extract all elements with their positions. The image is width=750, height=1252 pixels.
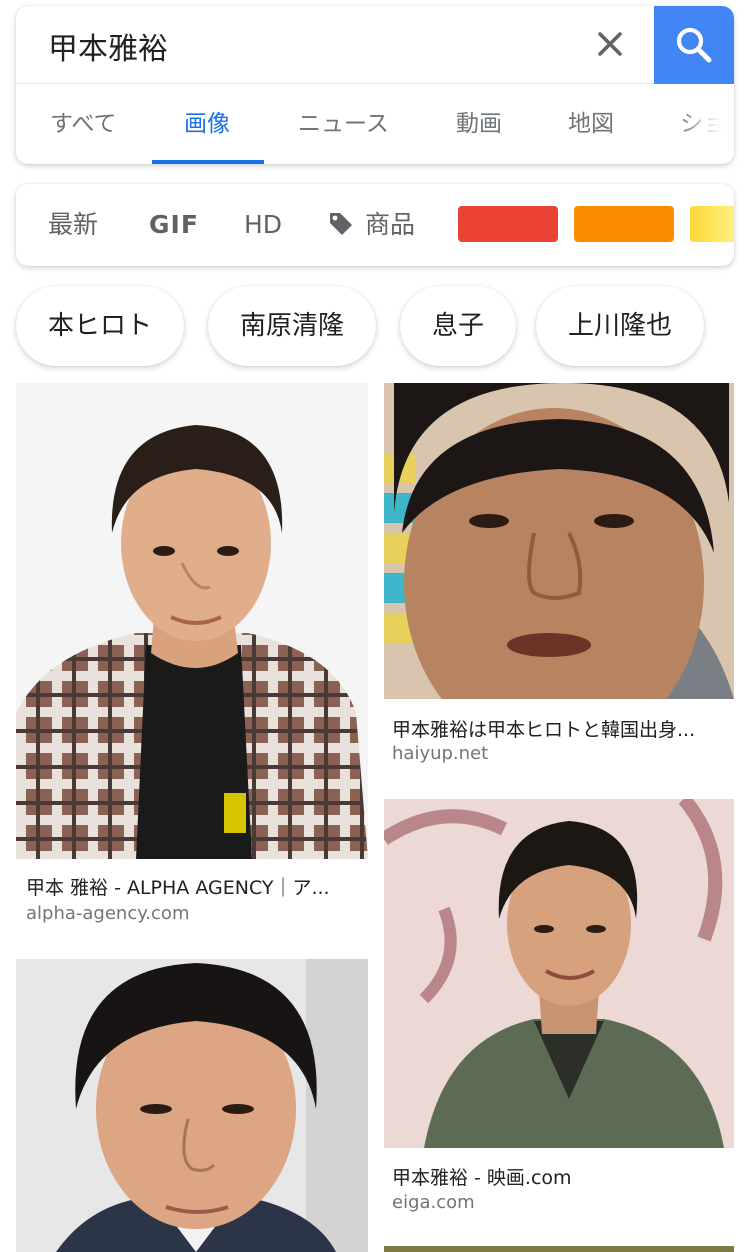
color-swatch-red[interactable] (458, 206, 558, 242)
tab-all[interactable]: すべて (50, 84, 116, 164)
image-result[interactable]: 甲本雅裕は甲本ヒロトと韓国出身... haiyup.net (384, 383, 734, 783)
filter-bar: 最新 GIF HD 商品 (16, 184, 734, 266)
tab-videos[interactable]: 動画 (456, 84, 502, 164)
search-button[interactable] (654, 6, 734, 84)
chip-related-4[interactable]: 上川隆也 (536, 286, 705, 366)
result-domain: eiga.com (392, 1192, 475, 1213)
filter-latest[interactable]: 最新 (48, 184, 98, 266)
result-thumbnail (384, 799, 734, 1148)
image-result[interactable]: 甲本雅裕 - 映画.com eiga.com (384, 799, 734, 1219)
chip-related-1[interactable]: 本ヒロト (16, 286, 185, 366)
search-bar: 甲本雅裕 (16, 6, 734, 84)
active-tab-indicator (152, 160, 264, 164)
result-domain: alpha-agency.com (26, 903, 190, 924)
tab-images[interactable]: 画像 (184, 84, 230, 164)
close-icon (598, 32, 622, 56)
search-card: 甲本雅裕 すべて 画像 ニュース 動画 地図 ショ (16, 6, 734, 164)
search-icon (676, 27, 712, 63)
result-caption: 甲本雅裕は甲本ヒロトと韓国出身... (392, 719, 696, 741)
color-swatch-yellow[interactable] (690, 206, 734, 242)
search-tabs: すべて 画像 ニュース 動画 地図 ショ (16, 84, 734, 164)
chip-related-3[interactable]: 息子 (400, 286, 517, 366)
filter-products[interactable]: 商品 (328, 184, 438, 266)
tabs-fade (674, 84, 734, 164)
result-domain: haiyup.net (392, 743, 489, 764)
person-photo-2 (384, 383, 734, 699)
filter-hd[interactable]: HD (244, 184, 282, 266)
tab-maps[interactable]: 地図 (568, 84, 614, 164)
chip-related-2[interactable]: 南原清隆 (208, 286, 377, 366)
clear-search-button[interactable] (590, 24, 630, 64)
result-caption: 甲本雅裕 - 映画.com (392, 1167, 572, 1189)
person-photo-3 (384, 799, 734, 1148)
color-swatch-orange[interactable] (574, 206, 674, 242)
person-photo-1 (16, 383, 368, 859)
result-thumbnail (16, 959, 368, 1252)
search-query-text: 甲本雅裕 (48, 32, 168, 67)
image-result[interactable] (384, 1246, 734, 1252)
person-photo-4 (16, 959, 368, 1252)
tag-icon (330, 213, 352, 235)
tab-news[interactable]: ニュース (298, 84, 389, 164)
image-result[interactable] (16, 959, 368, 1252)
image-result[interactable]: 甲本 雅裕 - ALPHA AGENCY｜ア... alpha-agency.c… (16, 383, 368, 943)
result-caption: 甲本 雅裕 - ALPHA AGENCY｜ア... (26, 877, 330, 899)
result-thumbnail (384, 383, 734, 699)
search-input[interactable]: 甲本雅裕 (48, 24, 568, 67)
filter-products-label: 商品 (365, 210, 416, 239)
result-thumbnail (16, 383, 368, 859)
filter-gif[interactable]: GIF (149, 184, 199, 266)
